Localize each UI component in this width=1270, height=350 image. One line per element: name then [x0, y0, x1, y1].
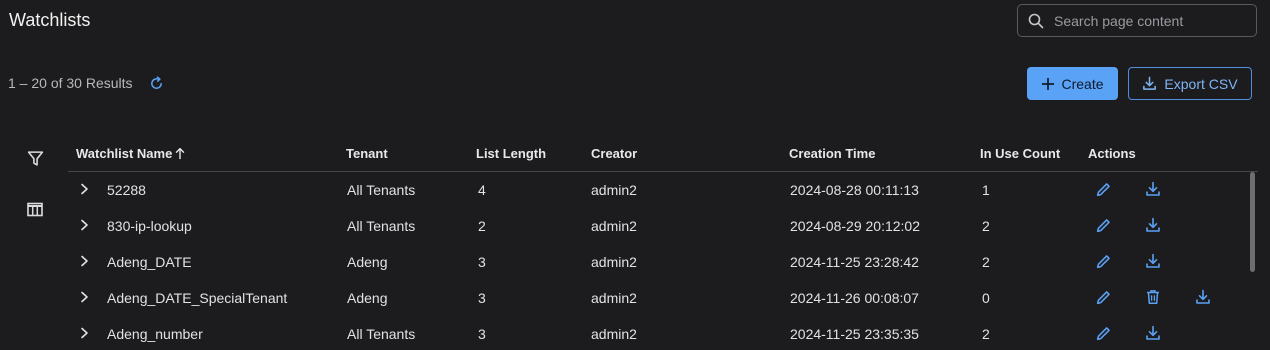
cell-in-use-count: 1: [982, 182, 990, 198]
cell-watchlist-name: Adeng_DATE: [107, 254, 192, 270]
results-count: 1 – 20 of 30 Results: [8, 75, 133, 91]
cell-watchlist-name: 52288: [107, 182, 146, 198]
cell-creation-time: 2024-08-29 20:12:02: [790, 218, 920, 234]
columns-icon[interactable]: [27, 202, 43, 217]
column-header-list-length[interactable]: List Length: [476, 146, 546, 161]
cell-list-length: 3: [478, 290, 486, 306]
cell-tenant: All Tenants: [347, 182, 416, 198]
export-csv-label: Export CSV: [1164, 75, 1238, 92]
table-row[interactable]: 52288 All Tenants 4 admin2 2024-08-28 00…: [68, 172, 1243, 208]
create-button-label: Create: [1061, 75, 1104, 92]
chevron-right-icon[interactable]: [80, 291, 89, 303]
cell-tenant: Adeng: [347, 254, 388, 270]
column-header-watchlist-name[interactable]: Watchlist Name: [76, 146, 186, 161]
create-button[interactable]: Create: [1027, 67, 1118, 100]
export-csv-button[interactable]: Export CSV: [1128, 67, 1252, 100]
edit-icon[interactable]: [1095, 253, 1112, 270]
cell-in-use-count: 2: [982, 326, 990, 342]
edit-icon[interactable]: [1095, 325, 1112, 342]
cell-creator: admin2: [591, 326, 637, 342]
cell-watchlist-name: 830-ip-lookup: [107, 218, 192, 234]
table-row[interactable]: 830-ip-lookup All Tenants 2 admin2 2024-…: [68, 208, 1243, 244]
search-box[interactable]: [1017, 4, 1257, 37]
cell-creator: admin2: [591, 254, 637, 270]
cell-creator: admin2: [591, 290, 637, 306]
column-header-actions: Actions: [1088, 146, 1136, 161]
cell-creation-time: 2024-08-28 00:11:13: [790, 182, 919, 198]
chevron-right-icon[interactable]: [80, 327, 89, 339]
cell-creator: admin2: [591, 182, 637, 198]
search-icon: [1028, 13, 1044, 29]
table-row[interactable]: Adeng_number All Tenants 3 admin2 2024-1…: [68, 316, 1243, 350]
table-header: Watchlist Name Tenant List Length Creato…: [68, 138, 1258, 172]
column-header-creator[interactable]: Creator: [591, 146, 637, 161]
edit-icon[interactable]: [1095, 217, 1112, 234]
cell-list-length: 4: [478, 182, 486, 198]
chevron-right-icon[interactable]: [80, 183, 89, 195]
cell-list-length: 3: [478, 326, 486, 342]
cell-in-use-count: 0: [982, 290, 990, 306]
table-scrollbar[interactable]: [1250, 172, 1255, 272]
column-header-in-use-count[interactable]: In Use Count: [980, 146, 1060, 161]
page-title: Watchlists: [9, 10, 91, 30]
table-row[interactable]: Adeng_DATE_SpecialTenant Adeng 3 admin2 …: [68, 280, 1243, 316]
download-icon[interactable]: [1145, 217, 1161, 233]
cell-in-use-count: 2: [982, 218, 990, 234]
column-header-tenant[interactable]: Tenant: [346, 146, 388, 161]
cell-in-use-count: 2: [982, 254, 990, 270]
download-icon[interactable]: [1145, 181, 1161, 197]
search-input[interactable]: [1054, 12, 1244, 29]
chevron-right-icon[interactable]: [80, 219, 89, 231]
cell-creation-time: 2024-11-25 23:35:35: [790, 326, 919, 342]
cell-watchlist-name: Adeng_DATE_SpecialTenant: [107, 290, 288, 306]
cell-list-length: 3: [478, 254, 486, 270]
refresh-icon[interactable]: [149, 75, 164, 91]
cell-tenant: All Tenants: [347, 218, 416, 234]
cell-tenant: All Tenants: [347, 326, 416, 342]
download-icon[interactable]: [1145, 325, 1161, 341]
column-header-creation-time[interactable]: Creation Time: [789, 146, 875, 161]
cell-creation-time: 2024-11-26 00:08:07: [790, 290, 919, 306]
cell-creator: admin2: [591, 218, 637, 234]
cell-creation-time: 2024-11-25 23:28:42: [790, 254, 919, 270]
cell-tenant: Adeng: [347, 290, 388, 306]
download-icon[interactable]: [1145, 253, 1161, 269]
download-icon[interactable]: [1195, 289, 1211, 305]
filter-icon[interactable]: [27, 150, 44, 167]
download-icon: [1142, 76, 1157, 91]
sort-asc-icon: [174, 147, 186, 160]
cell-watchlist-name: Adeng_number: [107, 326, 203, 342]
plus-icon: [1041, 77, 1055, 91]
edit-icon[interactable]: [1095, 181, 1112, 198]
trash-icon[interactable]: [1145, 289, 1161, 305]
results-summary: 1 – 20 of 30 Results: [8, 75, 164, 91]
edit-icon[interactable]: [1095, 289, 1112, 306]
cell-list-length: 2: [478, 218, 486, 234]
table-row[interactable]: Adeng_DATE Adeng 3 admin2 2024-11-25 23:…: [68, 244, 1243, 280]
chevron-right-icon[interactable]: [80, 255, 89, 267]
